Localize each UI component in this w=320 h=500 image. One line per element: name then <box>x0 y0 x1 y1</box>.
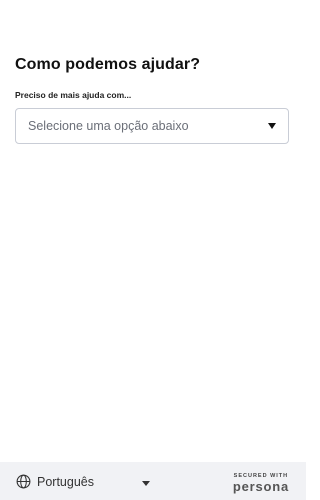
help-page: Como podemos ajudar? Preciso de mais aju… <box>0 0 306 500</box>
help-topic-label: Preciso de mais ajuda com... <box>15 90 132 100</box>
footer: Português SECURED WITH persona <box>0 462 306 500</box>
caret-down-icon[interactable] <box>142 481 150 486</box>
globe-icon <box>16 474 31 489</box>
persona-logo: persona <box>232 479 289 494</box>
help-topic-select[interactable]: Selecione uma opção abaixo <box>15 108 289 144</box>
caret-down-icon <box>268 123 276 129</box>
secured-with-persona-badge: SECURED WITH persona <box>233 473 289 493</box>
language-label: Português <box>37 474 94 489</box>
language-selector[interactable]: Português <box>16 474 94 489</box>
page-title: Como podemos ajudar? <box>15 56 201 73</box>
help-topic-select-value: Selecione uma opção abaixo <box>28 119 189 133</box>
